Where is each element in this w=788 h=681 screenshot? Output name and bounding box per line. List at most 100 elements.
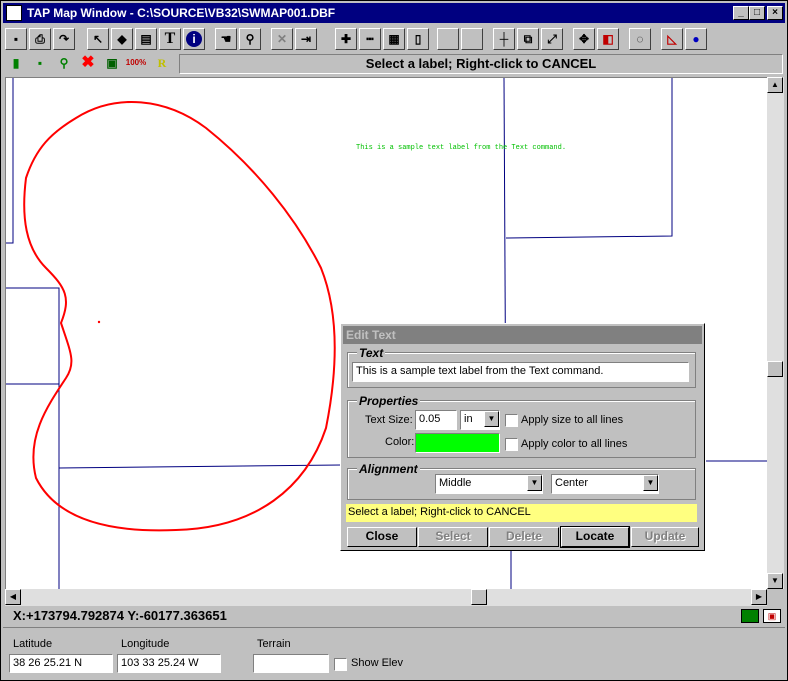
form-icon[interactable]: ▤ — [135, 28, 157, 50]
terrain-label: Terrain — [257, 638, 291, 650]
alignment-group-label: Alignment — [357, 462, 420, 476]
boundary-line — [58, 464, 342, 469]
print-icon[interactable]: ⎙ — [29, 28, 51, 50]
edit-text-dialog: Edit Text Text This is a sample text lab… — [340, 323, 705, 551]
horizontal-alignment-value: Center — [555, 477, 589, 489]
status-message: Select a label; Right-click to CANCEL — [179, 54, 783, 74]
scale-100-icon[interactable]: 100% — [125, 53, 147, 75]
properties-group-label: Properties — [357, 394, 421, 408]
grid-icon[interactable]: ▦ — [383, 28, 405, 50]
coordinate-readout: X:+173794.792874 Y:-60177.363651 — [13, 608, 227, 623]
r-icon[interactable]: R — [151, 53, 173, 75]
title-bar: TAP Map Window - C:\SOURCE\VB32\SWMAP001… — [3, 3, 785, 23]
line-tool-icon[interactable]: ┼ — [493, 28, 515, 50]
delete-x-icon[interactable]: ✕ — [271, 28, 293, 50]
dialog-title: Edit Text — [343, 326, 702, 344]
map-frame-icon[interactable]: ▣ — [101, 53, 123, 75]
shapes-icon[interactable]: ◆ — [111, 28, 133, 50]
map-status-icon[interactable] — [741, 609, 759, 623]
locate-button[interactable]: Locate — [560, 526, 630, 548]
redo-icon[interactable]: ↷ — [53, 28, 75, 50]
dialog-status-bar: Select a label; Right-click to CANCEL — [346, 504, 697, 522]
show-elev-label: Show Elev — [351, 657, 403, 669]
delete-button[interactable]: Delete — [489, 527, 559, 547]
layers-icon[interactable]: ◧ — [597, 28, 619, 50]
boundary-line — [6, 287, 60, 385]
chevron-down-icon[interactable]: ▼ — [527, 475, 542, 491]
terrain-field[interactable] — [253, 654, 329, 673]
expand-icon[interactable]: ⤢ — [541, 28, 563, 50]
apply-size-checkbox[interactable] — [505, 414, 518, 427]
unit-select[interactable]: in ▼ — [460, 410, 500, 430]
horizontal-scrollbar[interactable]: ◀ ▶ — [5, 589, 767, 606]
text-size-label: Text Size: — [365, 414, 413, 426]
chevron-down-icon[interactable]: ▼ — [484, 411, 499, 427]
show-elev-checkbox[interactable] — [334, 658, 347, 671]
text-group-label: Text — [357, 346, 386, 360]
sample-text-label[interactable]: This is a sample text label from the Tex… — [356, 144, 566, 152]
scroll-up-button[interactable]: ▲ — [767, 77, 783, 93]
ruler-icon[interactable]: ┅ — [359, 28, 381, 50]
exit-door-icon[interactable]: ⇥ — [295, 28, 317, 50]
latitude-label: Latitude — [13, 638, 53, 650]
area-icon[interactable]: ◺ — [661, 28, 683, 50]
apply-color-checkbox[interactable] — [505, 438, 518, 451]
color-label: Color: — [385, 436, 415, 448]
blank-tool-1[interactable] — [437, 28, 459, 50]
text-size-input[interactable]: 0.05 — [415, 410, 457, 430]
apply-size-label: Apply size to all lines — [521, 414, 624, 426]
longitude-field[interactable]: 103 33 25.24 W — [117, 654, 221, 673]
pan-icon[interactable]: ✥ — [573, 28, 595, 50]
wrench-icon[interactable]: ⚲ — [239, 28, 261, 50]
select-button[interactable]: Select — [418, 527, 488, 547]
apply-color-label: Apply color to all lines — [521, 438, 628, 450]
window-title: TAP Map Window - C:\SOURCE\VB32\SWMAP001… — [27, 6, 336, 20]
center-point — [97, 320, 101, 324]
location-panel: Latitude 38 26 25.21 N Longitude 103 33 … — [3, 627, 785, 679]
boundary-line — [505, 78, 673, 239]
horizontal-alignment-select[interactable]: Center ▼ — [551, 474, 659, 494]
close-window-button[interactable]: × — [767, 6, 783, 20]
globe-icon[interactable]: ● — [685, 28, 707, 50]
blank-tool-2[interactable] — [461, 28, 483, 50]
text-tool-icon[interactable]: T — [159, 28, 181, 50]
add-plus-icon[interactable]: ✚ — [335, 28, 357, 50]
horizontal-scroll-thumb[interactable] — [471, 589, 487, 605]
notepad-icon[interactable]: ▯ — [407, 28, 429, 50]
map-icon[interactable]: ▮ — [5, 53, 27, 75]
scroll-down-button[interactable]: ▼ — [767, 573, 783, 589]
secondary-toolbar: ▮ ▪ ⚲ ✖ ▣ 100% R Select a label; Right-c… — [3, 52, 785, 76]
scroll-right-button[interactable]: ▶ — [751, 589, 767, 605]
update-button[interactable]: Update — [631, 527, 699, 547]
magnify-icon[interactable]: ⚲ — [53, 53, 75, 75]
color-swatch[interactable] — [415, 433, 500, 453]
boundary-line — [6, 78, 14, 244]
coverage-contour — [23, 101, 336, 532]
vertical-scroll-thumb[interactable] — [767, 361, 783, 377]
tap-map-window: TAP Map Window - C:\SOURCE\VB32\SWMAP001… — [0, 0, 788, 681]
lasso-icon[interactable]: ◌ — [629, 28, 651, 50]
vertical-alignment-value: Middle — [439, 477, 472, 489]
chevron-down-icon[interactable]: ▼ — [643, 475, 658, 491]
pointer-icon[interactable]: ↖ — [87, 28, 109, 50]
info-icon[interactable]: i — [183, 28, 205, 50]
camera-icon[interactable]: ▣ — [763, 609, 781, 623]
vertical-scrollbar[interactable]: ▲ ▼ — [767, 77, 784, 589]
latitude-field[interactable]: 38 26 25.21 N — [9, 654, 113, 673]
longitude-label: Longitude — [121, 638, 170, 650]
unit-value: in — [464, 413, 473, 425]
save-icon[interactable]: ▪ — [5, 28, 27, 50]
info-glyph: i — [186, 31, 202, 47]
minimize-button[interactable]: _ — [733, 6, 749, 20]
main-toolbar: ▪ ⎙ ↷ ↖ ◆ ▤ T i ☚ ⚲ ✕ ⇥ ✚ ┅ ▦ ▯ ┼ ⧉ ⤢ ✥ … — [3, 26, 785, 52]
maximize-button[interactable]: □ — [749, 6, 765, 20]
label-text-input[interactable]: This is a sample text label from the Tex… — [352, 362, 689, 382]
vertical-alignment-select[interactable]: Middle ▼ — [435, 474, 543, 494]
handshake-icon[interactable]: ☚ — [215, 28, 237, 50]
red-x-icon[interactable]: ✖ — [77, 53, 99, 75]
scroll-left-button[interactable]: ◀ — [5, 589, 21, 605]
zoom-box-icon[interactable]: ⧉ — [517, 28, 539, 50]
layer-icon[interactable]: ▪ — [29, 53, 51, 75]
close-button[interactable]: Close — [347, 527, 417, 547]
app-icon — [6, 5, 22, 21]
